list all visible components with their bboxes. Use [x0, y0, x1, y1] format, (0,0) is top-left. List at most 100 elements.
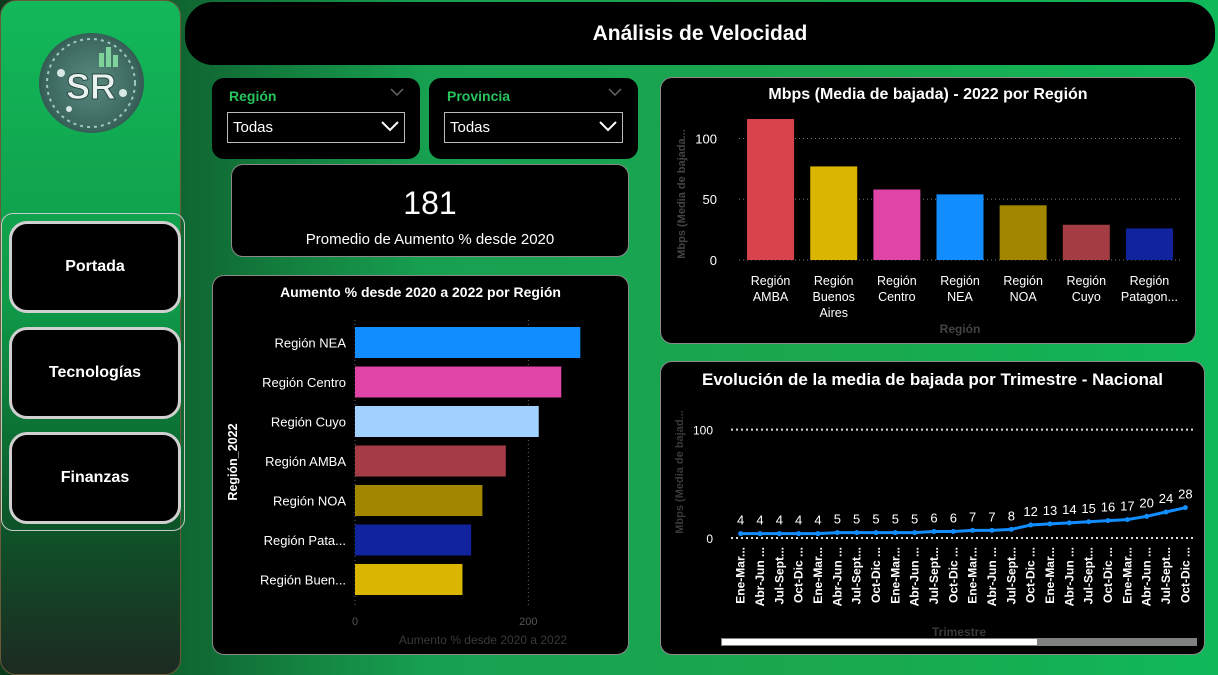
y-tick-label: Región Centro — [262, 375, 346, 390]
x-tick-label: Región — [1130, 274, 1170, 288]
x-axis-title: Región — [940, 322, 981, 336]
data-label: 15 — [1081, 501, 1095, 516]
data-point — [815, 531, 821, 537]
data-label: 16 — [1101, 500, 1115, 515]
x-tick-label: Región — [1066, 274, 1106, 288]
bar — [355, 564, 463, 595]
data-point — [738, 531, 744, 537]
y-tick-label: Región AMBA — [265, 454, 346, 469]
chevron-down-icon — [381, 121, 399, 132]
x-tick-label: Buenos — [813, 290, 855, 304]
region-dropdown[interactable]: Todas — [227, 112, 405, 143]
x-tick-label: Aires — [819, 306, 847, 320]
nav-button-finanzas[interactable]: Finanzas — [9, 432, 181, 524]
y-tick-label: 0 — [710, 253, 717, 268]
x-tick-label: Jul-Sept... — [850, 547, 864, 604]
horizontal-scrollbar-track[interactable] — [721, 638, 1197, 646]
bar — [355, 485, 483, 516]
data-label: 7 — [988, 509, 995, 524]
data-point — [931, 529, 937, 534]
x-tick-label: Centro — [878, 290, 916, 304]
kpi-value: 181 — [403, 185, 457, 221]
aumento-chart: 0 200 Región NEA Región Centro Región Cuyo Re… — [226, 320, 581, 647]
x-tick-label: Ene-Mar... — [1120, 547, 1134, 604]
x-tick-label: Ene-Mar... — [966, 547, 980, 604]
x-tick-label: Ene-Mar... — [811, 547, 825, 604]
x-tick-label: Región — [814, 274, 854, 288]
data-point — [796, 531, 802, 537]
data-label: 4 — [737, 513, 744, 528]
y-axis-title: Región_2022 — [226, 423, 240, 500]
kpi-label: Promedio de Aumento % desde 2020 — [305, 231, 555, 248]
nav-label: Finanzas — [60, 469, 130, 486]
provincia-dropdown[interactable]: Todas — [444, 112, 623, 143]
sidebar: SR Portada Tecnologías Finanzas — [0, 0, 185, 675]
data-label: 4 — [795, 513, 802, 528]
x-tick-label: Ene-Mar... — [1043, 547, 1057, 604]
data-point — [912, 530, 918, 536]
series-line — [740, 506, 1186, 536]
provincia-dropdown-value: Todas — [450, 119, 491, 136]
x-tick-label: Región — [1003, 274, 1043, 288]
evolucion-chart-card: Evolución de la media de bajada por Trim… — [660, 361, 1205, 655]
y-tick-label: Región NOA — [273, 494, 346, 509]
data-label: 17 — [1120, 499, 1134, 514]
data-label: 5 — [853, 512, 860, 527]
evolucion-chart: 0 100 4 Ene-Mar... 4 Abr-Jun ... 4 Jul-Sept... 4… — [674, 410, 1195, 639]
data-label: 14 — [1062, 502, 1076, 517]
data-point — [892, 530, 898, 536]
x-tick-label: Región — [940, 274, 980, 288]
y-tick-label: Región NEA — [274, 336, 346, 351]
nav-button-portada[interactable]: Portada — [9, 221, 181, 313]
data-point — [776, 531, 782, 537]
chevron-down-icon — [599, 121, 617, 132]
mbps-chart-card: Mbps (Media de bajada) - 2022 por Región… — [660, 77, 1196, 344]
data-point — [1066, 520, 1072, 526]
data-point — [1047, 521, 1053, 527]
data-label: 6 — [930, 511, 937, 526]
x-tick-label: Oct-Dic ... — [1178, 547, 1192, 603]
x-tick-label: Jul-Sept... — [1004, 547, 1018, 604]
nav-button-tecnologias[interactable]: Tecnologías — [9, 327, 181, 419]
x-tick-label: 0 — [352, 616, 358, 628]
x-tick-label: Región — [751, 274, 791, 288]
bar — [873, 189, 921, 260]
x-tick-label: Abr-Jun ... — [985, 547, 999, 606]
region-slicer-title: Región — [229, 88, 277, 104]
x-tick-label: Jul-Sept... — [772, 547, 786, 604]
region-dropdown-value: Todas — [233, 119, 274, 136]
chevron-down-icon[interactable] — [608, 88, 622, 96]
data-point — [989, 527, 995, 533]
chevron-down-icon[interactable] — [390, 88, 404, 96]
data-label: 5 — [892, 512, 899, 527]
mbps-chart: 0 50 100 Región AMBA Región Buenos Aires Región C… — [676, 119, 1181, 336]
horizontal-scrollbar-thumb[interactable] — [721, 638, 1038, 646]
nav-label: Tecnologías — [48, 364, 142, 381]
bar — [355, 445, 506, 477]
data-label: 5 — [834, 512, 841, 527]
data-point — [834, 530, 840, 536]
x-tick-label: Oct-Dic ... — [1101, 547, 1115, 603]
bar — [1125, 228, 1173, 260]
bar — [999, 205, 1047, 260]
bar — [936, 194, 984, 260]
x-tick-label: Oct-Dic ... — [946, 547, 960, 603]
data-point — [970, 527, 976, 533]
bar — [355, 406, 539, 437]
bar — [355, 327, 581, 358]
data-label: 4 — [756, 513, 763, 528]
y-tick-label: Región Cuyo — [271, 415, 346, 430]
x-tick-label: Abr-Jun ... — [1062, 547, 1076, 606]
x-tick-label: Abr-Jun ... — [1140, 547, 1154, 606]
data-label: 12 — [1023, 504, 1037, 519]
bar — [810, 166, 858, 260]
data-point — [873, 530, 879, 536]
data-point — [757, 531, 763, 537]
bar — [747, 119, 795, 260]
data-point — [1124, 517, 1130, 523]
y-axis-title: Mbps (Media de bajad... — [674, 410, 686, 533]
aumento-chart-card: Aumento % desde 2020 a 2022 por Región 0… — [212, 275, 629, 655]
x-tick-label: Oct-Dic ... — [1024, 547, 1038, 603]
nav-label: Portada — [65, 258, 125, 275]
page-title: Análisis de Velocidad — [592, 21, 808, 45]
